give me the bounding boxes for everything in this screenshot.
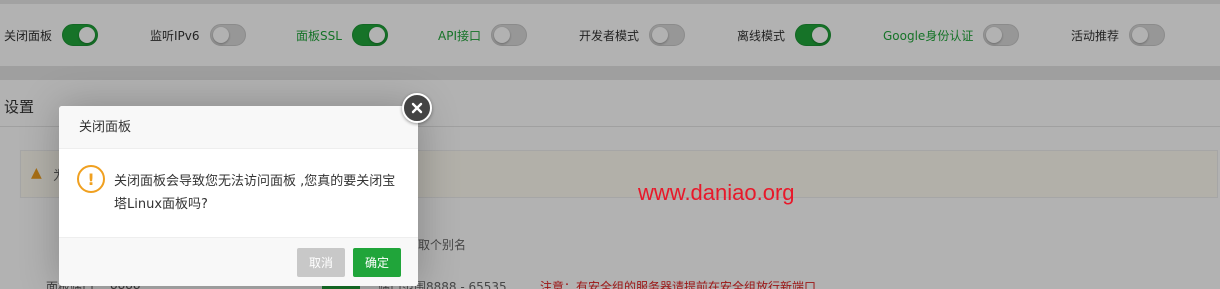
confirm-button[interactable]: 确定 [353,248,401,277]
confirm-dialog: 关闭面板 ! 关闭面板会导致您无法访问面板 ,您真的要关闭宝塔Linux面板吗?… [59,106,418,286]
watermark-text: www.daniao.org [638,180,795,205]
dialog-footer: 取消 确定 [59,237,418,286]
cancel-button[interactable]: 取消 [297,248,345,277]
dialog-body: ! 关闭面板会导致您无法访问面板 ,您真的要关闭宝塔Linux面板吗? [59,149,418,237]
close-icon[interactable] [402,93,432,123]
dialog-title: 关闭面板 [59,106,418,149]
exclamation-icon: ! [77,165,105,193]
dialog-message: 关闭面板会导致您无法访问面板 ,您真的要关闭宝塔Linux面板吗? [114,174,396,212]
